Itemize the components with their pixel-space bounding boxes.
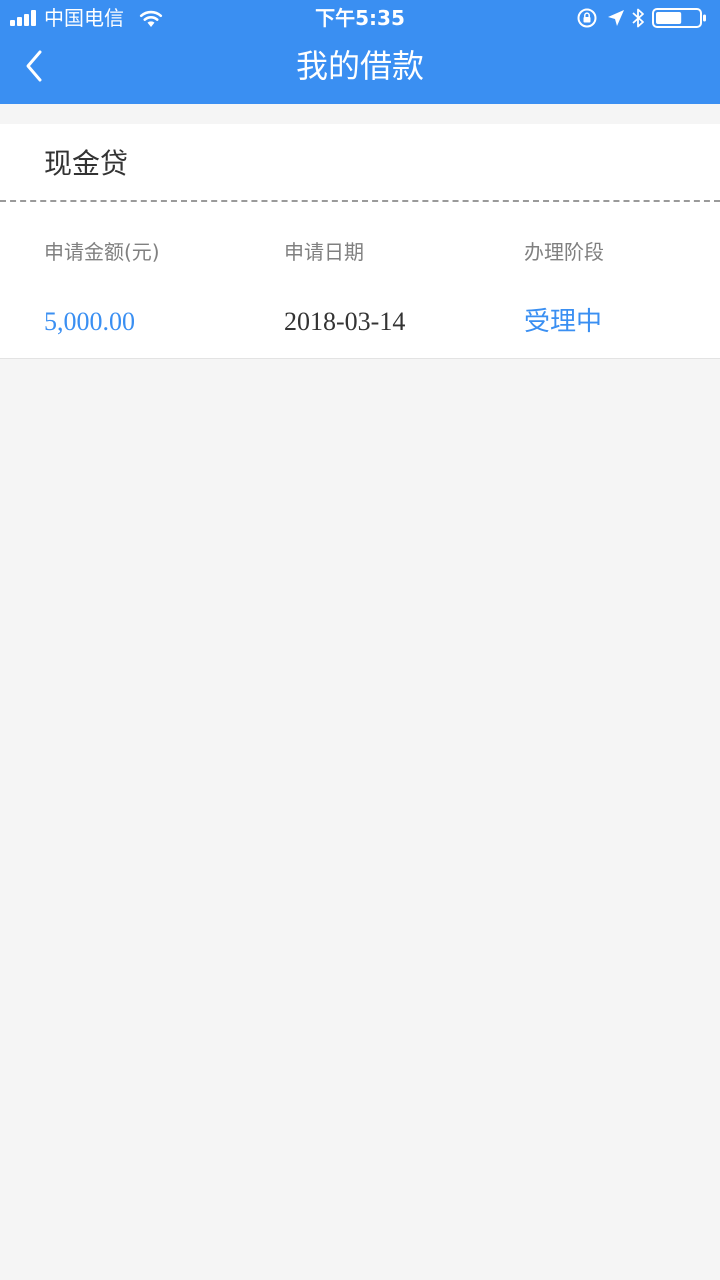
rotation-lock-icon	[577, 8, 597, 28]
amount-column: 申请金额(元) 5,000.00	[44, 236, 264, 338]
status-bar: 中国电信 下午5:35	[0, 0, 720, 36]
app-header: 中国电信 下午5:35 我的借款	[0, 0, 720, 104]
location-arrow-icon	[608, 10, 624, 26]
amount-value: 5,000.00	[44, 307, 135, 336]
stage-label: 办理阶段	[524, 240, 604, 264]
stage-value: 受理中	[524, 307, 603, 337]
nav-bar: 我的借款	[0, 36, 720, 104]
date-value: 2018-03-14	[284, 307, 406, 336]
date-column: 申请日期 2018-03-14	[284, 236, 504, 338]
page-title: 我的借款	[295, 47, 424, 85]
loan-card[interactable]: 现金贷 申请金额(元) 5,000.00 申请日期 2018-03-14 办理阶…	[0, 124, 720, 359]
date-label: 申请日期	[284, 240, 364, 264]
stage-column: 办理阶段 受理中	[524, 236, 720, 338]
amount-label: 申请金额(元)	[44, 240, 160, 264]
dashed-divider	[0, 200, 720, 202]
loan-product-name: 现金贷	[44, 147, 129, 180]
bluetooth-icon	[632, 8, 644, 28]
battery-icon	[652, 8, 706, 28]
